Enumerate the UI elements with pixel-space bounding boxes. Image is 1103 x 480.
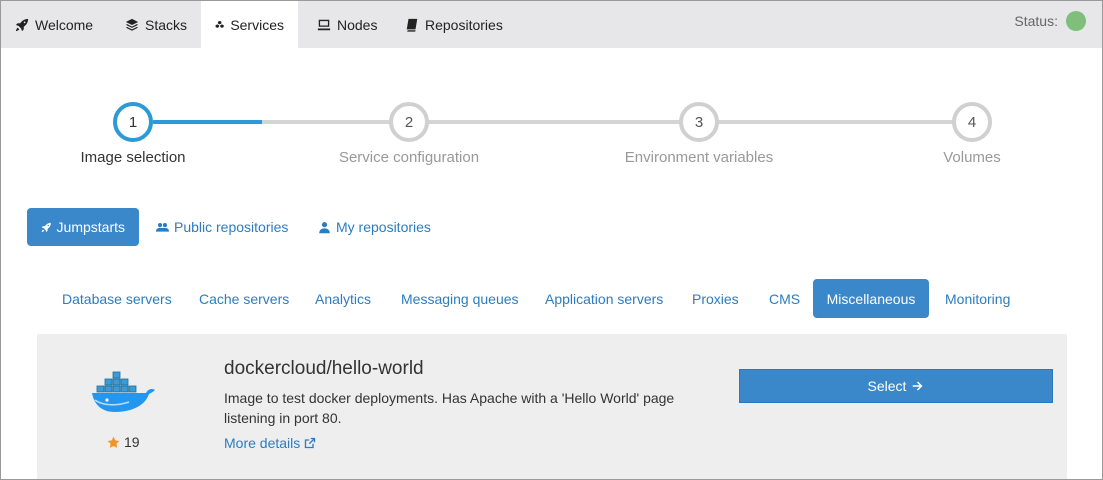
tab-label: Welcome <box>35 16 94 33</box>
server-icon <box>317 19 331 30</box>
image-card: 19 dockercloud/hello-world Image to test… <box>37 334 1067 479</box>
step-4-label: Volumes <box>943 149 1001 166</box>
public-repositories-button[interactable]: Public repositories <box>142 208 302 246</box>
public-repositories-label: Public repositories <box>174 219 289 235</box>
step-2-circle[interactable]: 2 <box>389 102 429 142</box>
star-icon <box>107 436 120 448</box>
star-count: 19 <box>107 434 140 450</box>
category-label: Monitoring <box>945 290 1011 307</box>
image-name: dockercloud/hello-world <box>224 358 424 379</box>
more-details-link[interactable]: More details <box>224 435 316 451</box>
tab-services[interactable]: Services <box>201 1 298 48</box>
step-3-circle[interactable]: 3 <box>679 102 719 142</box>
step-number: 2 <box>404 113 414 131</box>
category-application-servers[interactable]: Application servers <box>529 279 679 318</box>
step-number: 3 <box>694 113 704 131</box>
tab-welcome[interactable]: Welcome <box>1 1 107 48</box>
category-label: Messaging queues <box>401 290 519 307</box>
tab-nodes[interactable]: Nodes <box>303 1 391 48</box>
step-number: 1 <box>128 113 138 131</box>
docker-whale-logo <box>92 371 155 412</box>
arrow-right-icon <box>913 381 923 391</box>
category-label: Cache servers <box>199 290 290 307</box>
status-dot <box>1066 11 1086 31</box>
more-details-label: More details <box>224 435 301 451</box>
category-label: Analytics <box>315 290 372 307</box>
rocket-icon <box>15 18 29 31</box>
star-count-value: 19 <box>124 434 140 450</box>
status-label: Status: <box>1014 13 1058 29</box>
category-proxies[interactable]: Proxies <box>676 279 755 318</box>
category-cache-servers[interactable]: Cache servers <box>183 279 305 318</box>
external-link-icon <box>305 437 316 449</box>
category-database-servers[interactable]: Database servers <box>46 279 188 318</box>
category-label: Miscellaneous <box>826 290 916 307</box>
top-nav: Welcome Stacks Services Nodes Repositori… <box>1 1 1102 48</box>
app-frame: Welcome Stacks Services Nodes Repositori… <box>0 0 1103 480</box>
select-button[interactable]: Select <box>739 369 1053 403</box>
users-icon <box>156 222 169 232</box>
tab-label: Stacks <box>145 16 188 33</box>
category-cms[interactable]: CMS <box>753 279 816 318</box>
category-label: Application servers <box>545 290 664 307</box>
step-4-circle[interactable]: 4 <box>952 102 992 142</box>
category-messaging-queues[interactable]: Messaging queues <box>385 279 535 318</box>
step-2-label: Service configuration <box>338 149 480 166</box>
category-analytics[interactable]: Analytics <box>299 279 387 318</box>
tab-label: Repositories <box>425 16 503 33</box>
category-monitoring[interactable]: Monitoring <box>929 279 1026 318</box>
my-repositories-label: My repositories <box>336 219 431 235</box>
tab-label: Services <box>230 16 284 33</box>
user-icon <box>319 221 330 233</box>
step-1-circle[interactable]: 1 <box>113 102 153 142</box>
rocket-icon <box>41 222 51 232</box>
step-1-label: Image selection <box>80 149 186 166</box>
tab-label: Nodes <box>337 16 378 33</box>
tab-repositories[interactable]: Repositories <box>391 1 517 48</box>
image-description: Image to test docker deployments. Has Ap… <box>224 390 675 426</box>
category-label: Proxies <box>692 290 739 307</box>
stepper-progress <box>153 120 262 124</box>
cubes-icon <box>215 20 224 28</box>
book-icon <box>406 18 418 32</box>
stepper-track <box>153 120 973 124</box>
step-3-label: Environment variables <box>624 149 774 166</box>
category-miscellaneous[interactable]: Miscellaneous <box>813 279 929 318</box>
status-indicator: Status: <box>1014 11 1086 31</box>
my-repositories-button[interactable]: My repositories <box>304 208 445 246</box>
step-number: 4 <box>967 113 977 131</box>
layers-icon <box>125 18 139 31</box>
jumpstarts-label: Jumpstarts <box>56 219 125 235</box>
select-label: Select <box>867 378 907 394</box>
tab-stacks[interactable]: Stacks <box>111 1 201 48</box>
category-label: CMS <box>769 290 801 307</box>
jumpstarts-button[interactable]: Jumpstarts <box>27 208 139 246</box>
category-label: Database servers <box>62 290 172 307</box>
